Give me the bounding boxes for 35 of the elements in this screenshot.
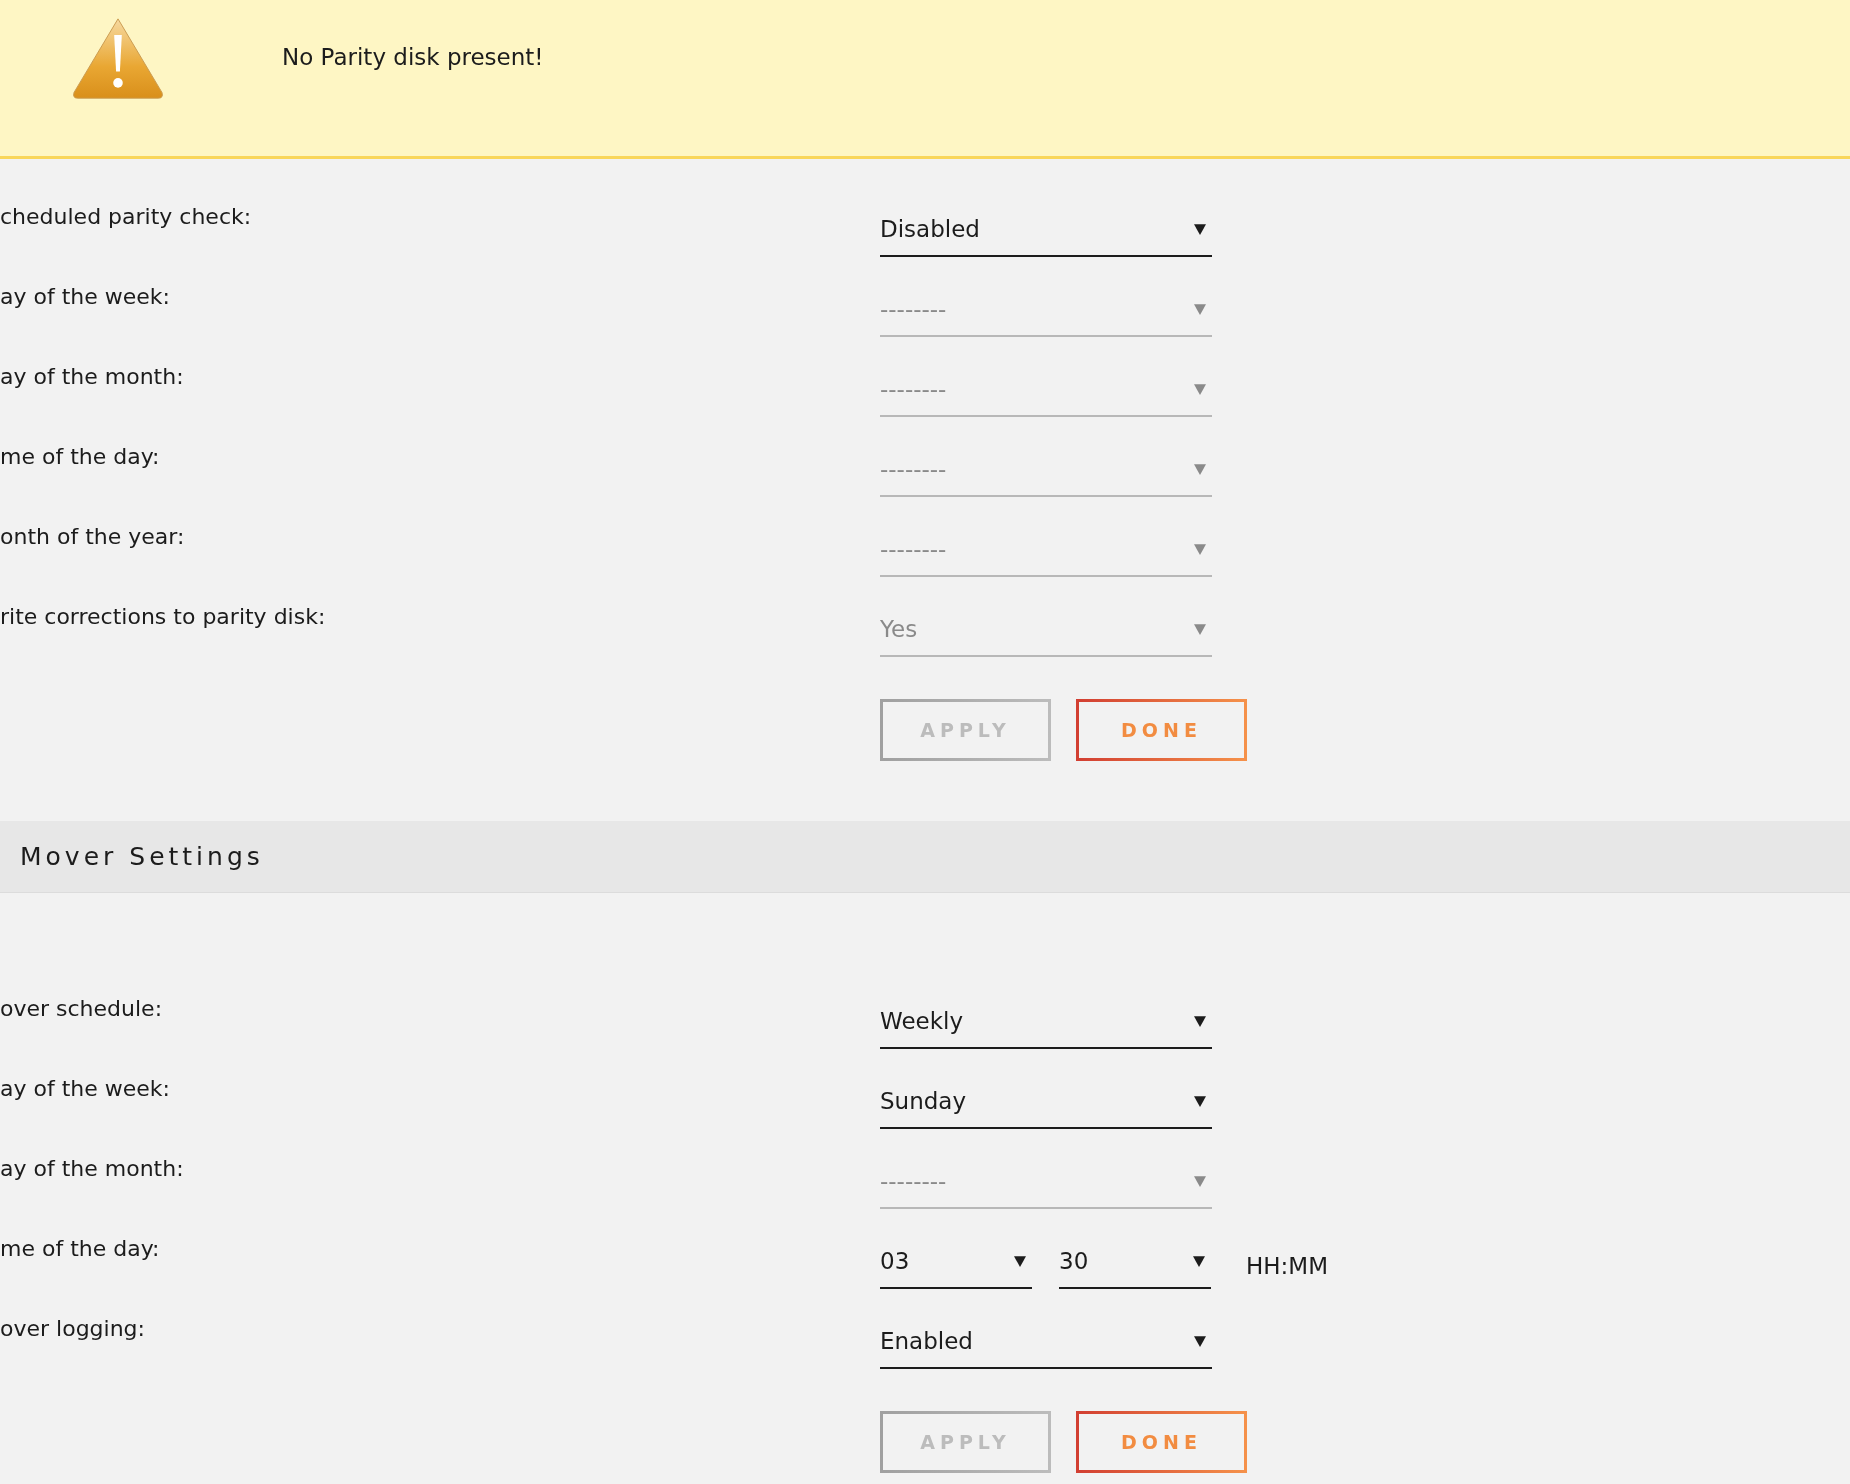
done-button[interactable]: DONE: [1076, 699, 1247, 761]
setting-label: cheduled parity check:: [0, 204, 253, 231]
caret-icon: [1194, 1095, 1206, 1107]
setting-label: ay of the week:: [0, 284, 171, 311]
setting-label: ay of the month:: [0, 1156, 185, 1183]
setting-label: me of the day:: [0, 1236, 161, 1263]
caret-icon: [1194, 463, 1206, 475]
setting-label: onth of the year:: [0, 524, 186, 551]
setting-label: ay of the month:: [0, 364, 185, 391]
done-button[interactable]: DONE: [1076, 1411, 1247, 1473]
dropdown[interactable]: Weekly: [880, 999, 1212, 1049]
caret-icon: [1014, 1255, 1026, 1267]
caret-icon: [1194, 1175, 1206, 1187]
caret-icon: [1194, 1335, 1206, 1347]
warning-message: No Parity disk present!: [282, 44, 544, 70]
dropdown[interactable]: Sunday: [880, 1079, 1212, 1129]
caret-icon: [1193, 1255, 1205, 1267]
caret-icon: [1194, 223, 1206, 235]
caret-icon: [1194, 623, 1206, 635]
time-format-hint: HH:MM: [1246, 1253, 1329, 1281]
dropdown[interactable]: 03: [880, 1239, 1032, 1289]
dropdown[interactable]: Disabled: [880, 207, 1212, 257]
dropdown[interactable]: 30: [1059, 1239, 1211, 1289]
caret-icon: [1194, 303, 1206, 315]
setting-label: over schedule:: [0, 996, 164, 1023]
caret-icon: [1194, 383, 1206, 395]
setting-label: rite corrections to parity disk:: [0, 604, 327, 631]
caret-icon: [1194, 1015, 1206, 1027]
setting-label: over logging:: [0, 1316, 146, 1343]
section-title: Mover Settings: [20, 842, 264, 871]
setting-label: me of the day:: [0, 444, 161, 471]
warning-icon: [70, 16, 166, 102]
caret-icon: [1194, 543, 1206, 555]
dropdown[interactable]: Enabled: [880, 1319, 1212, 1369]
setting-label: ay of the week:: [0, 1076, 171, 1103]
